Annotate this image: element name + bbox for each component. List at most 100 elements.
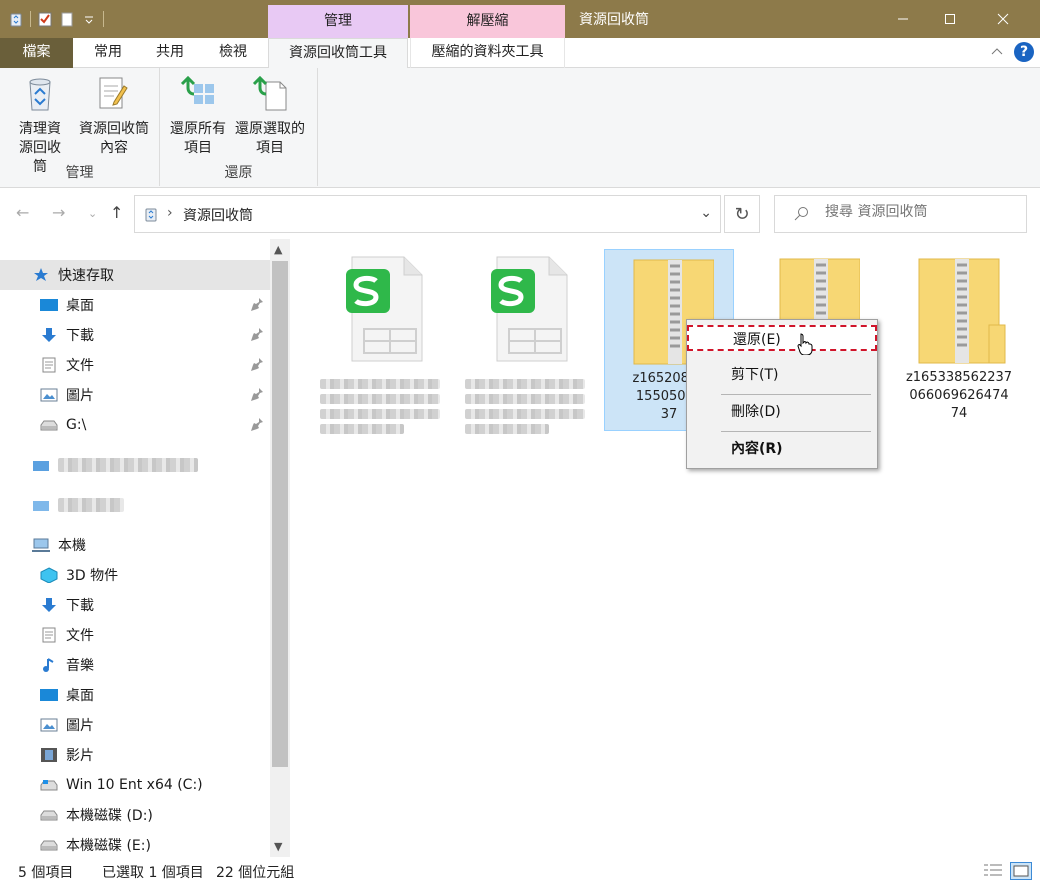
menu-item-delete[interactable]: 刪除(D) xyxy=(687,399,877,425)
restore-selected-button[interactable]: 還原選取的項目 xyxy=(230,74,310,158)
nav-quick-pictures[interactable]: 圖片 xyxy=(0,380,270,410)
help-icon[interactable]: ? xyxy=(1014,42,1034,62)
status-size: 22 個位元組 xyxy=(216,865,295,881)
nav-item-label: 圖片 xyxy=(66,388,94,404)
pin-icon[interactable] xyxy=(250,417,264,431)
forward-arrow-icon[interactable]: → xyxy=(52,203,65,222)
pin-icon[interactable] xyxy=(250,357,264,371)
back-arrow-icon[interactable]: ← xyxy=(16,203,29,222)
close-button[interactable] xyxy=(980,0,1026,38)
search-input[interactable] xyxy=(825,204,1015,220)
ribbon-group-manage-label: 管理 xyxy=(65,165,94,181)
toolbar-divider xyxy=(103,11,104,27)
nav-blurred-item[interactable] xyxy=(0,450,270,480)
recycle-bin-properties-button[interactable]: 資源回收筒內容 xyxy=(76,74,149,158)
minimize-button[interactable] xyxy=(880,0,926,38)
ribbon: 清理資源回收筒 資源回收筒內容 管理 還原所有項目 還原選取的項目 還原 xyxy=(0,68,1040,188)
nav-quick-g-drive[interactable]: G:\ xyxy=(0,410,270,440)
restore-all-button[interactable]: 還原所有項目 xyxy=(162,74,234,158)
breadcrumb-chevron-icon[interactable]: › xyxy=(167,205,173,221)
nav-item-label: Win 10 Ent x64 (C:) xyxy=(66,777,203,793)
breadcrumb[interactable]: 資源回收筒 xyxy=(183,205,253,225)
search-box[interactable] xyxy=(774,195,1027,233)
scrollbar-thumb[interactable] xyxy=(272,261,288,767)
address-dropdown-icon[interactable]: ⌄ xyxy=(700,205,712,221)
tab-file[interactable]: 檔案 xyxy=(0,38,73,68)
properties-icon[interactable] xyxy=(37,11,53,27)
nav-pc-downloads[interactable]: 下載 xyxy=(0,590,270,620)
up-arrow-icon[interactable]: ↑ xyxy=(110,203,123,222)
tab-recycle-bin-tools[interactable]: 資源回收筒工具 xyxy=(268,38,408,69)
redacted-filename xyxy=(465,379,585,434)
nav-pc-drive-c[interactable]: Win 10 Ent x64 (C:) xyxy=(0,770,270,800)
nav-quick-access-label: 快速存取 xyxy=(58,268,114,284)
redacted-filename xyxy=(320,379,440,434)
nav-pc-music[interactable]: 音樂 xyxy=(0,650,270,680)
file-item[interactable]: z165338562237 066069626474 74 xyxy=(894,249,1024,431)
title-bar: 管理 解壓縮 資源回收筒 xyxy=(0,0,1040,38)
download-arrow-icon xyxy=(40,597,58,613)
scroll-up-arrow-icon[interactable]: ▲ xyxy=(274,243,282,256)
nav-pc-drive-d[interactable]: 本機磁碟 (D:) xyxy=(0,800,270,830)
file-item[interactable] xyxy=(315,249,445,434)
tab-home[interactable]: 常用 xyxy=(78,38,138,68)
context-group-unzip: 解壓縮 xyxy=(410,5,565,38)
nav-blurred-item[interactable] xyxy=(0,490,270,520)
scroll-down-arrow-icon[interactable]: ▼ xyxy=(274,840,282,853)
ribbon-group-restore-label: 還原 xyxy=(224,165,253,181)
customize-toolbar-chevron-icon[interactable] xyxy=(81,11,97,27)
tab-zip-tools[interactable]: 壓縮的資料夾工具 xyxy=(410,38,565,68)
recycle-bin-icon xyxy=(145,208,157,222)
nav-item-label: 文件 xyxy=(66,358,94,374)
refresh-button[interactable]: ↻ xyxy=(724,195,760,233)
menu-item-cut[interactable]: 剪下(T) xyxy=(687,362,877,388)
nav-pc-pictures[interactable]: 圖片 xyxy=(0,710,270,740)
maximize-icon xyxy=(945,14,955,24)
nav-pc-videos[interactable]: 影片 xyxy=(0,740,270,770)
tab-view[interactable]: 檢視 xyxy=(203,38,263,68)
nav-quick-downloads[interactable]: 下載 xyxy=(0,320,270,350)
nav-scrollbar[interactable]: ▲ ▼ xyxy=(270,239,290,857)
collapse-ribbon-icon[interactable] xyxy=(990,45,1004,60)
spreadsheet-file-icon xyxy=(346,256,423,362)
pin-icon[interactable] xyxy=(250,297,264,311)
nav-pc-drive-e[interactable]: 本機磁碟 (E:) xyxy=(0,830,270,860)
menu-separator xyxy=(721,431,871,432)
nav-quick-desktop[interactable]: 桌面 xyxy=(0,290,270,320)
zip-folder-icon xyxy=(918,258,1006,364)
menu-item-properties[interactable]: 內容(R) xyxy=(687,436,877,462)
details-view-icon[interactable] xyxy=(982,862,1004,880)
window-title: 資源回收筒 xyxy=(579,12,649,28)
nav-item-label: 3D 物件 xyxy=(66,568,119,584)
close-icon xyxy=(997,13,1009,25)
computer-icon xyxy=(32,537,50,553)
drive-icon xyxy=(40,417,58,433)
nav-this-pc[interactable]: 本機 xyxy=(0,530,270,560)
pin-icon[interactable] xyxy=(250,387,264,401)
status-selection: 已選取 1 個項目 xyxy=(102,865,204,881)
nav-quick-documents[interactable]: 文件 xyxy=(0,350,270,380)
menu-item-restore[interactable]: 還原(E) xyxy=(687,325,877,351)
nav-quick-access[interactable]: 快速存取 xyxy=(0,260,270,290)
document-icon xyxy=(40,357,58,373)
nav-pc-3d-objects[interactable]: 3D 物件 xyxy=(0,560,270,590)
tab-share[interactable]: 共用 xyxy=(140,38,200,68)
pictures-icon xyxy=(40,717,58,733)
large-icons-view-icon[interactable] xyxy=(1010,862,1032,880)
new-folder-icon[interactable] xyxy=(59,11,75,27)
nav-this-pc-label: 本機 xyxy=(58,538,86,554)
address-bar[interactable]: › 資源回收筒 ⌄ xyxy=(134,195,721,233)
file-item[interactable] xyxy=(460,249,590,434)
maximize-button[interactable] xyxy=(927,0,973,38)
nav-pc-documents[interactable]: 文件 xyxy=(0,620,270,650)
recycle-bin-properties-label: 資源回收筒內容 xyxy=(79,121,149,156)
nav-pc-desktop[interactable]: 桌面 xyxy=(0,680,270,710)
menu-separator xyxy=(721,394,871,395)
nav-item-label: 圖片 xyxy=(66,718,94,734)
restore-selected-label: 還原選取的項目 xyxy=(235,121,305,156)
nav-item-label: 音樂 xyxy=(66,658,94,674)
pin-icon[interactable] xyxy=(250,327,264,341)
recycle-bin-icon[interactable] xyxy=(8,11,24,27)
recent-locations-chevron-icon[interactable]: ⌄ xyxy=(88,207,97,220)
status-item-count: 5 個項目 xyxy=(18,865,74,881)
